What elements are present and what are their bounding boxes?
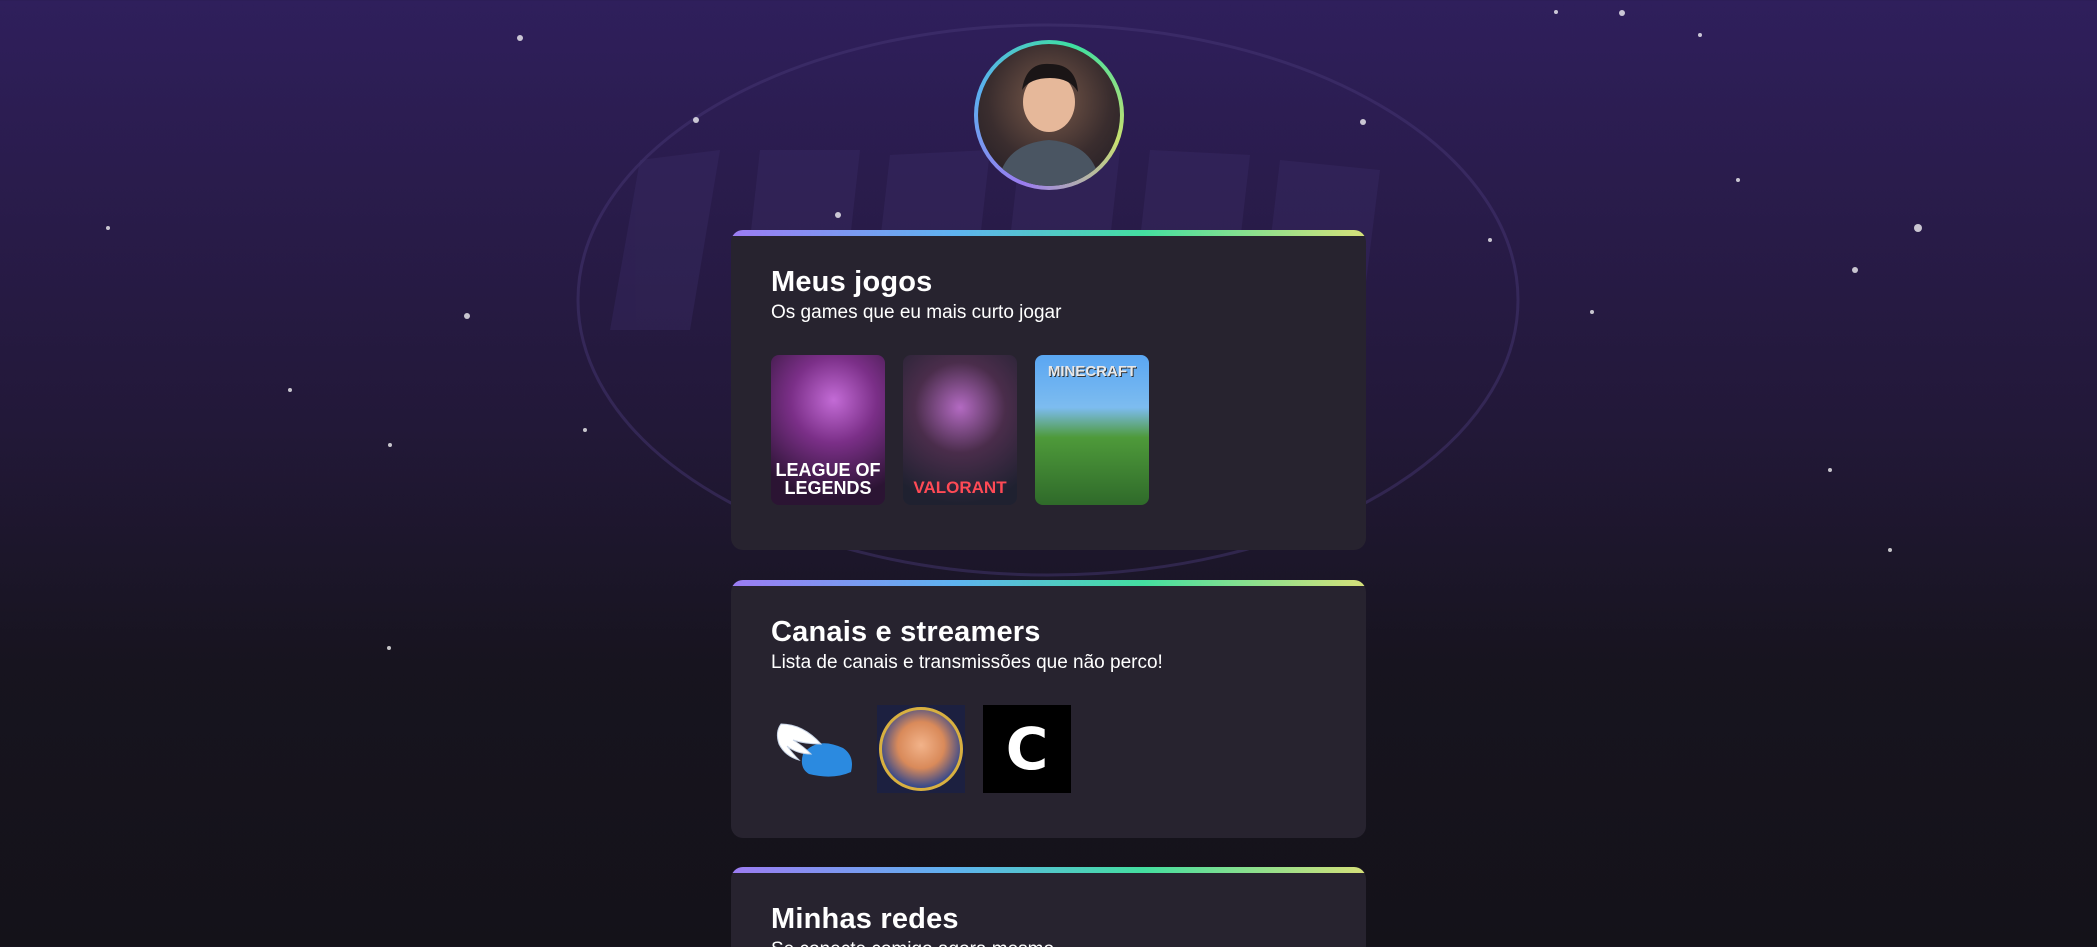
c-logo-glyph: C (1005, 715, 1049, 783)
channels-list: C (771, 705, 1089, 793)
channels-card: Canais e streamers Lista de canais e tra… (731, 580, 1366, 838)
valorant-cover[interactable]: VALORANT (903, 355, 1017, 505)
games-card: Meus jogos Os games que eu mais curto jo… (731, 230, 1366, 550)
cartoon-streamer-avatar[interactable] (877, 705, 965, 793)
person-icon (998, 63, 1100, 186)
minecraft-cover[interactable]: MINECRAFT (1035, 355, 1149, 505)
streamer-face-icon (879, 707, 963, 791)
networks-title: Minhas redes (771, 903, 959, 935)
c-letter-logo[interactable]: C (983, 705, 1071, 793)
channels-title: Canais e streamers (771, 616, 1041, 648)
winged-helmet-icon (776, 723, 852, 777)
networks-card: Minhas redes Se conecte comigo agora mes… (731, 867, 1366, 947)
page: Meus jogos Os games que eu mais curto jo… (0, 0, 2097, 947)
channels-subtitle: Lista de canais e transmissões que não p… (771, 652, 1163, 673)
profile-avatar[interactable] (974, 40, 1124, 190)
networks-subtitle: Se conecte comigo agora mesmo (771, 939, 1054, 947)
winged-helmet-logo[interactable] (771, 705, 859, 793)
games-list: LEAGUE OF LEGENDS VALORANT MINECRAFT (771, 355, 1167, 505)
profile-photo (978, 44, 1120, 186)
league-of-legends-cover[interactable]: LEAGUE OF LEGENDS (771, 355, 885, 505)
game-label: LEAGUE OF LEGENDS (775, 460, 881, 498)
game-label: MINECRAFT (1047, 363, 1137, 380)
game-label: VALORANT (913, 478, 1007, 497)
games-title: Meus jogos (771, 266, 933, 298)
games-subtitle: Os games que eu mais curto jogar (771, 302, 1062, 323)
